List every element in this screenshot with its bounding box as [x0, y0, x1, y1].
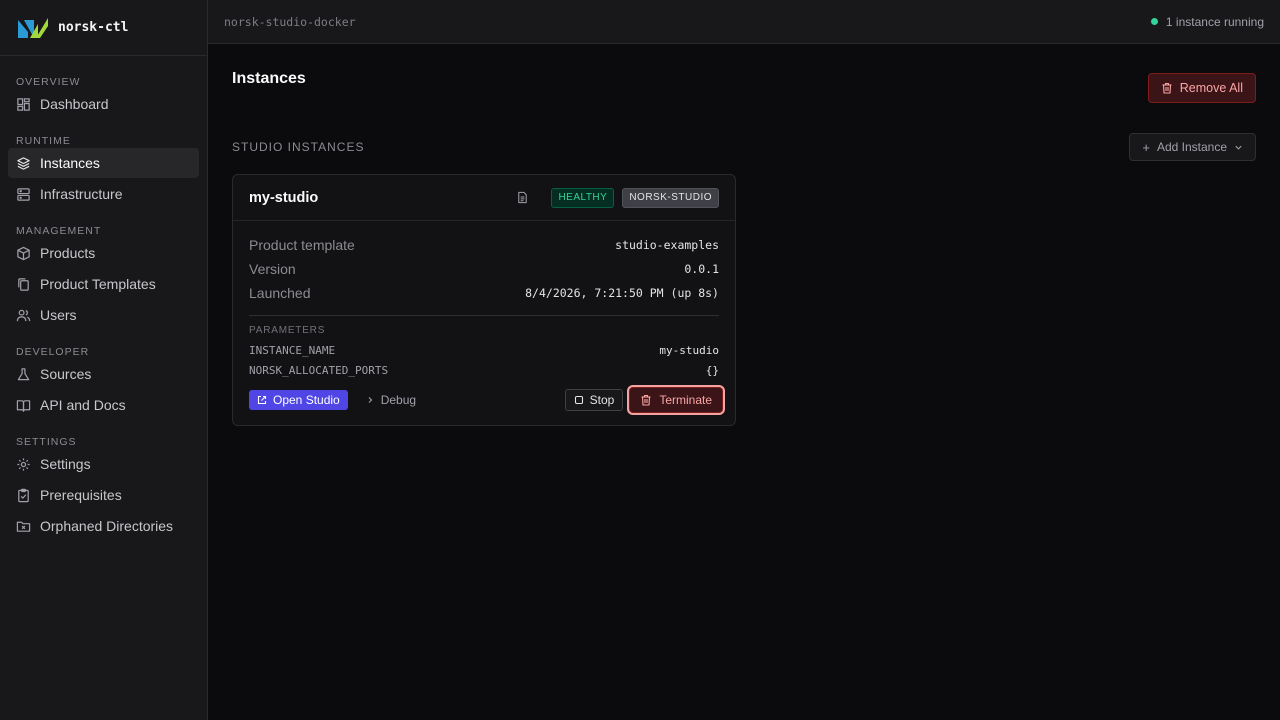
users-icon: [16, 309, 31, 321]
sidebar-item-prerequisites[interactable]: Prerequisites: [8, 480, 199, 510]
grid-icon: [17, 97, 30, 111]
remove-all-label: Remove All: [1179, 81, 1243, 95]
sidebar-item-label: Orphaned Directories: [40, 518, 174, 534]
sidebar-item-label: API and Docs: [40, 397, 126, 413]
open-studio-button[interactable]: Open Studio: [249, 390, 348, 410]
detail-label: Version: [249, 261, 296, 277]
detail-value: 8/4/2026, 7:21:50 PM (up 8s): [525, 286, 719, 300]
instance-actions: Open Studio Debug Stop Terminate: [249, 387, 723, 413]
status-dot: [1150, 18, 1158, 25]
chevron-down-icon: [1235, 145, 1242, 150]
open-studio-label: Open Studio: [273, 393, 340, 407]
detail-value: studio-examples: [615, 238, 719, 252]
terminate-label: Terminate: [659, 393, 712, 407]
main-content: Instances Remove All STUDIO INSTANCES + …: [208, 44, 1280, 720]
norsk-logo-icon: [18, 17, 48, 38]
box-icon: [17, 246, 30, 260]
instance-card-header: my-studio HEALTHY NORSK-STUDIO: [233, 175, 735, 221]
flask-icon: [17, 367, 30, 380]
plus-icon: +: [1142, 139, 1150, 155]
detail-row: Launched 8/4/2026, 7:21:50 PM (up 8s): [249, 281, 719, 305]
param-value: my-studio: [659, 343, 719, 357]
sidebar-item-label: Users: [40, 307, 77, 323]
sidebar-item-label: Prerequisites: [40, 487, 122, 503]
right-actions: Stop Terminate: [564, 387, 723, 413]
chevron-right-icon: [368, 397, 372, 403]
remove-all-button[interactable]: Remove All: [1147, 73, 1256, 103]
sidebar-item-label: Product Templates: [40, 276, 156, 292]
detail-label: Launched: [249, 285, 311, 301]
sidebar-item-api-and-docs[interactable]: API and Docs: [8, 390, 199, 420]
param-row: NORSK_ALLOCATED_PORTS {}: [249, 360, 719, 380]
trash-icon: [641, 394, 651, 406]
folder-x-icon: [16, 521, 31, 532]
gear-icon: [17, 457, 30, 471]
sidebar: norsk-ctl OVERVIEW Dashboard RUNTIME Ins…: [0, 0, 208, 720]
param-key: NORSK_ALLOCATED_PORTS: [249, 363, 389, 377]
sidebar-item-label: Settings: [40, 456, 91, 472]
trash-icon: [1162, 82, 1172, 94]
detail-value: 0.0.1: [684, 262, 719, 276]
layers-icon: [17, 156, 30, 170]
section-developer: DEVELOPER: [16, 346, 90, 358]
section-overview: OVERVIEW: [16, 76, 81, 88]
instance-badges: HEALTHY NORSK-STUDIO: [516, 187, 719, 208]
debug-toggle[interactable]: Debug: [366, 393, 416, 407]
terminate-button[interactable]: Terminate: [629, 387, 723, 413]
section-management: MANAGEMENT: [16, 225, 102, 237]
document-icon[interactable]: [516, 191, 529, 204]
sidebar-item-infrastructure[interactable]: Infrastructure: [8, 179, 199, 209]
copy-icon: [18, 277, 29, 291]
param-key: INSTANCE_NAME: [249, 343, 336, 357]
health-badge: HEALTHY: [551, 187, 615, 208]
section-runtime: RUNTIME: [16, 135, 71, 147]
app-name: norsk-ctl: [58, 20, 129, 35]
stop-icon: [574, 395, 583, 405]
section-settings: SETTINGS: [16, 436, 77, 448]
sidebar-item-orphaned-directories[interactable]: Orphaned Directories: [8, 511, 199, 541]
left-actions: Open Studio Debug: [249, 390, 416, 410]
section-heading: STUDIO INSTANCES: [232, 140, 365, 154]
book-icon: [16, 399, 31, 412]
stop-label: Stop: [589, 393, 615, 407]
status-text: 1 instance running: [1165, 14, 1264, 29]
page-title: Instances: [232, 70, 306, 87]
sidebar-item-label: Instances: [40, 155, 100, 171]
sidebar-item-label: Sources: [40, 366, 92, 382]
top-bar: norsk-studio-docker 1 instance running: [208, 0, 1280, 44]
status-indicator: 1 instance running: [1150, 14, 1264, 29]
stop-button[interactable]: Stop: [564, 389, 624, 411]
add-instance-label: Add Instance: [1156, 140, 1227, 154]
sidebar-nav: OVERVIEW Dashboard RUNTIME Instances Inf…: [0, 56, 207, 550]
divider: [249, 315, 719, 316]
parameters-heading: PARAMETERS: [249, 325, 326, 336]
sidebar-item-label: Dashboard: [40, 96, 109, 112]
instance-details: Product template studio-examples Version…: [233, 221, 735, 380]
instance-name: my-studio: [249, 189, 319, 206]
type-badge: NORSK-STUDIO: [622, 187, 719, 208]
clipboard-check-icon: [18, 488, 29, 502]
param-row: INSTANCE_NAME my-studio: [249, 340, 719, 360]
brand[interactable]: norsk-ctl: [0, 0, 207, 56]
detail-row: Version 0.0.1: [249, 257, 719, 281]
server-icon: [17, 187, 30, 201]
sidebar-item-label: Products: [40, 245, 96, 261]
debug-label: Debug: [380, 393, 417, 407]
detail-label: Product template: [249, 237, 355, 253]
context-name: norsk-studio-docker: [224, 14, 356, 29]
sidebar-item-users[interactable]: Users: [8, 300, 199, 330]
external-link-icon: [257, 395, 267, 405]
add-instance-button[interactable]: + Add Instance: [1129, 133, 1256, 161]
sidebar-item-product-templates[interactable]: Product Templates: [8, 269, 199, 299]
sidebar-item-label: Infrastructure: [40, 186, 123, 202]
param-value: {}: [705, 363, 719, 377]
detail-row: Product template studio-examples: [249, 233, 719, 257]
instance-card: my-studio HEALTHY NORSK-STUDIO Product t…: [232, 174, 736, 426]
